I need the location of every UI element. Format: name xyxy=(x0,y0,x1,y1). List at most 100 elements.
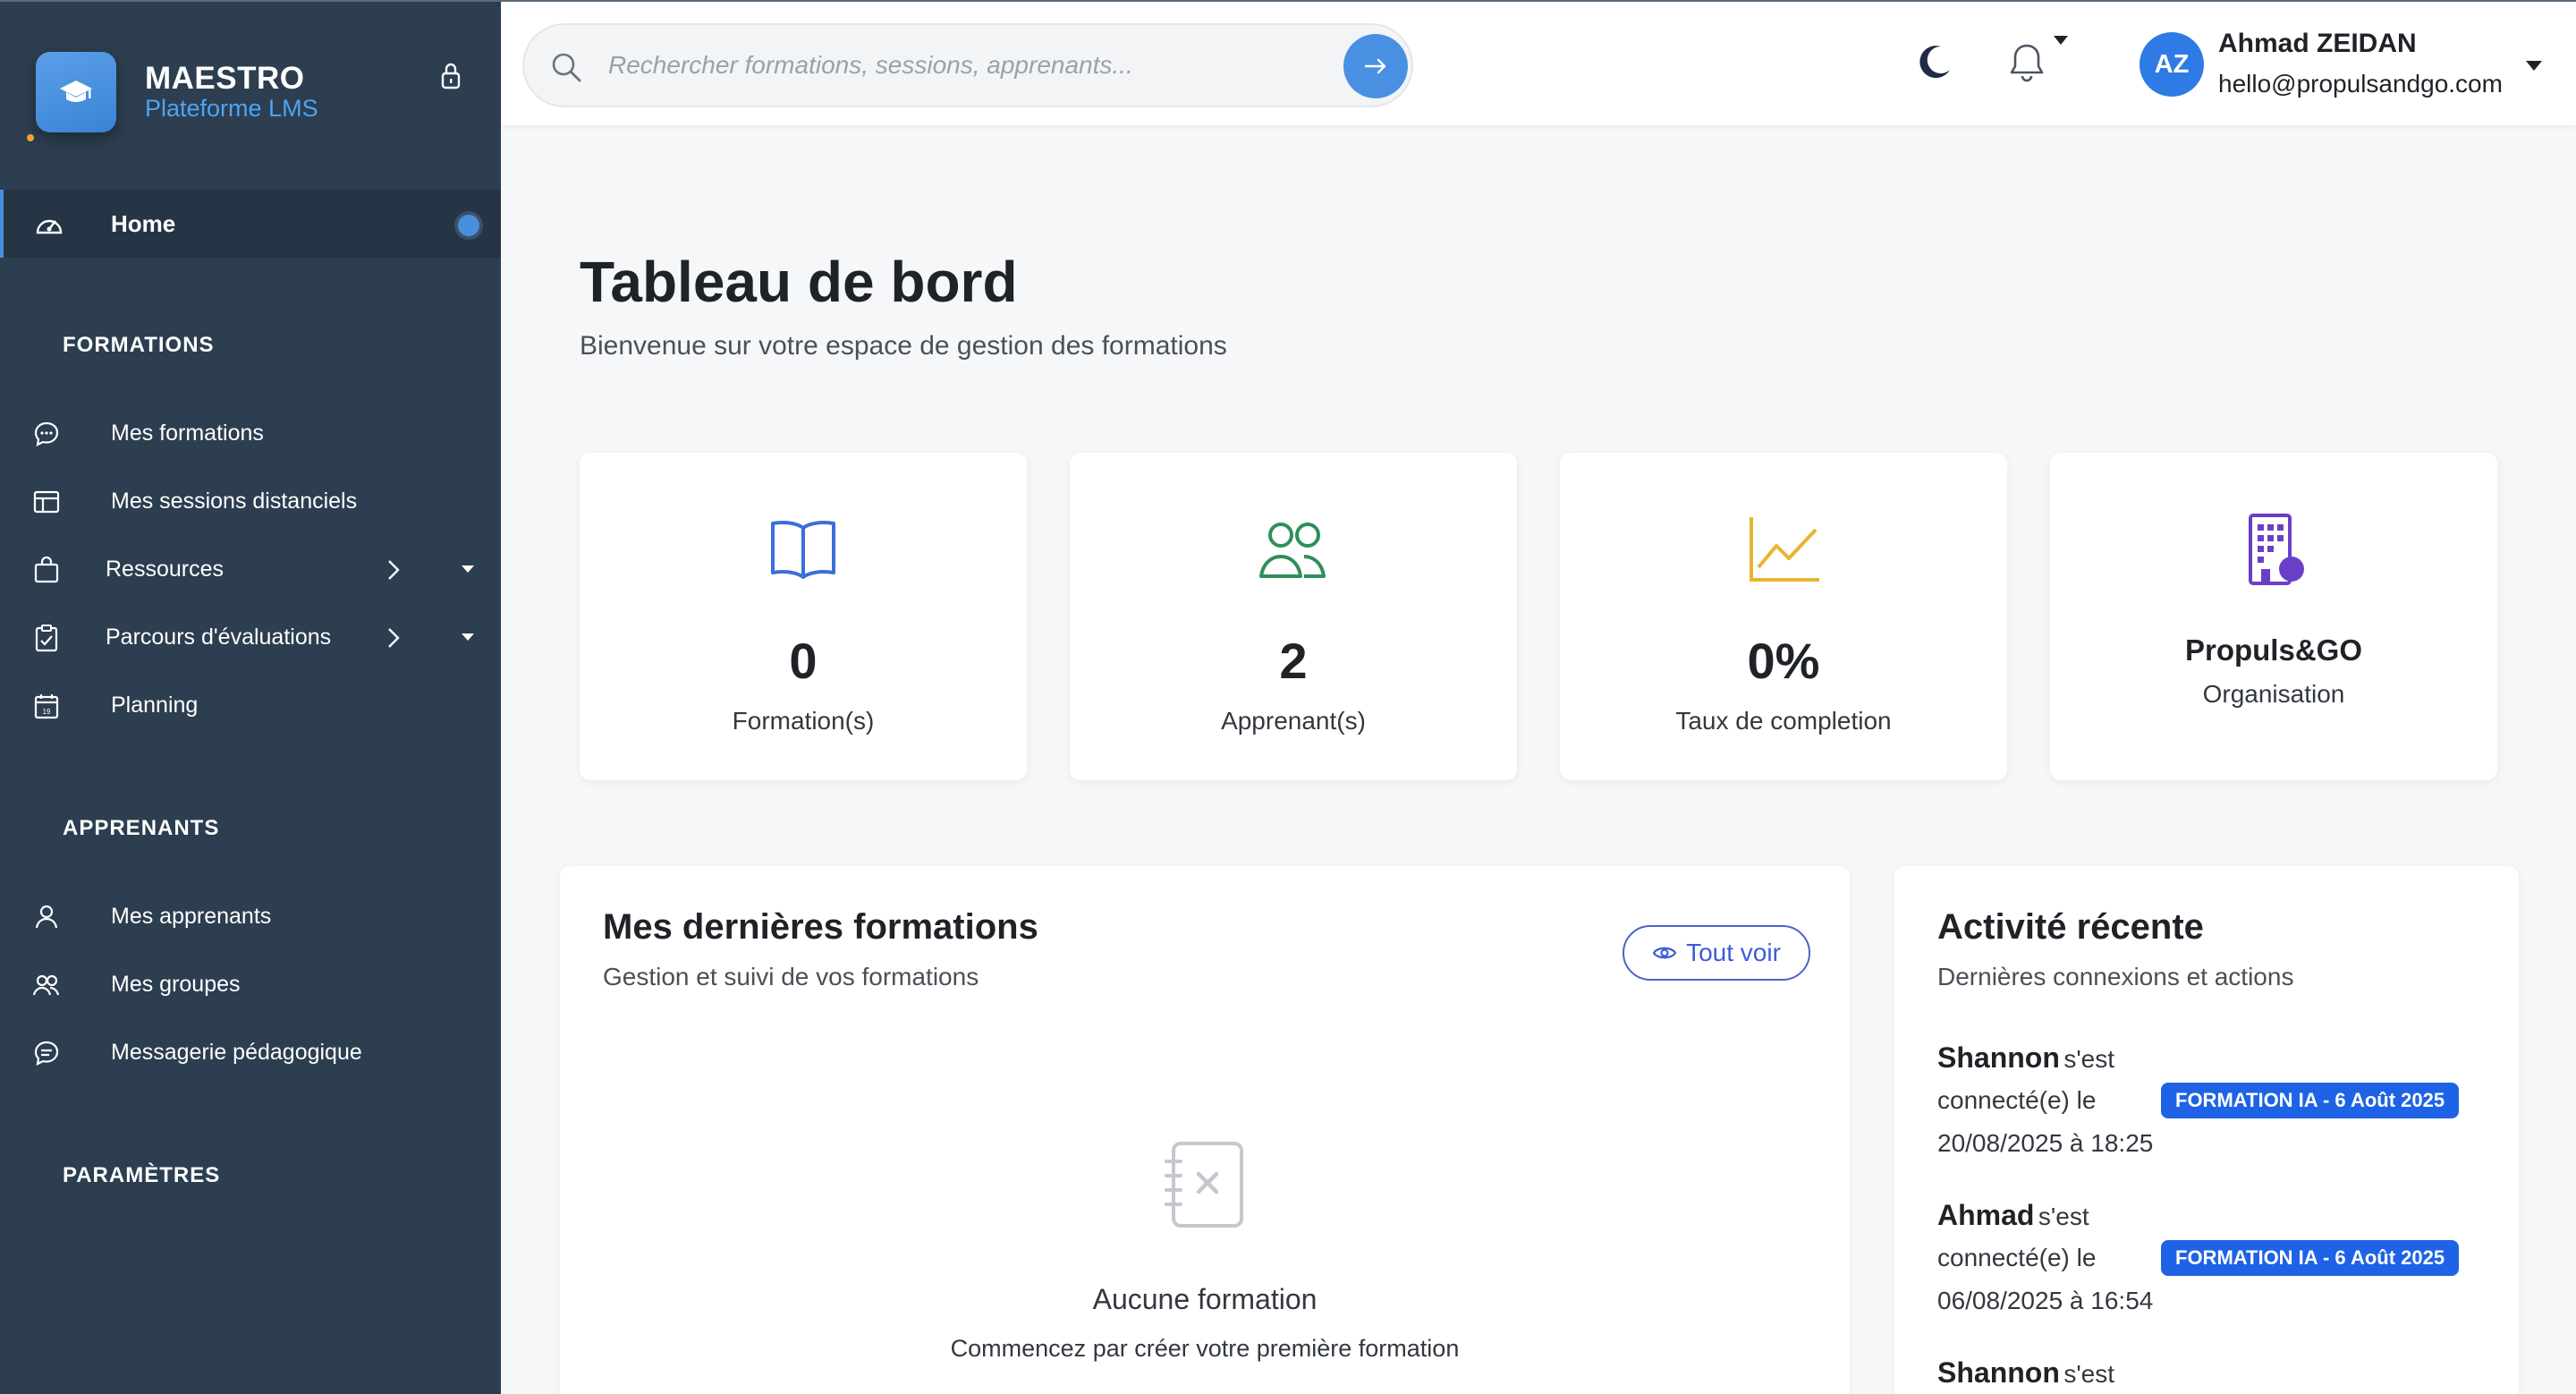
notification-dropdown-caret[interactable] xyxy=(2054,36,2068,45)
chat-bubble-icon xyxy=(32,420,61,448)
sidebar-item-messagerie[interactable]: Messagerie pédagogique xyxy=(0,1025,501,1079)
message-icon xyxy=(32,1039,61,1067)
sidebar-item-ressources[interactable]: Ressources xyxy=(0,542,501,596)
activity-item: Shannon s'est xyxy=(1937,1356,2492,1394)
sidebar-item-mes-apprenants[interactable]: Mes apprenants xyxy=(0,889,501,943)
sidebar-item-mes-sessions[interactable]: Mes sessions distanciels xyxy=(0,474,501,528)
sidebar-item-label: Mes formations xyxy=(111,420,264,446)
stat-value: 0% xyxy=(1747,633,1820,689)
clipboard-icon xyxy=(32,624,61,652)
sidebar-item-label: Messagerie pédagogique xyxy=(111,1039,362,1065)
activity-item: Ahmad s'est connecté(e) le FORMATION IA … xyxy=(1937,1199,2492,1333)
section-apprenants: APPRENANTS xyxy=(63,816,220,840)
search-icon xyxy=(549,50,583,89)
building-icon xyxy=(2249,514,2304,585)
stat-card-organisation[interactable]: Propuls&GO Organisation xyxy=(2050,453,2497,780)
sidebar-item-parcours-evaluations[interactable]: Parcours d'évaluations xyxy=(0,610,501,664)
brand[interactable]: MAESTRO Plateforme LMS xyxy=(27,52,318,141)
calendar-icon: 19 xyxy=(32,692,61,720)
stat-value: 2 xyxy=(1279,633,1308,689)
search-input[interactable] xyxy=(608,45,1288,86)
activity-text: connecté(e) le xyxy=(1937,1244,2097,1271)
chart-line-icon xyxy=(1750,517,1819,582)
user-name[interactable]: Ahmad ZEIDAN xyxy=(2218,29,2417,59)
search-bar xyxy=(522,23,1413,107)
bell-icon[interactable] xyxy=(2007,41,2046,89)
activity-timestamp: 20/08/2025 à 18:25 xyxy=(1937,1129,2154,1157)
activity-item: Shannon s'est connecté(e) le FORMATION I… xyxy=(1937,1041,2492,1176)
view-all-button[interactable]: Tout voir xyxy=(1623,925,1810,981)
chevron-right-icon xyxy=(386,558,401,586)
sidebar-item-home[interactable]: Home xyxy=(0,190,501,258)
activity-action: s'est xyxy=(2063,1045,2115,1073)
panel-subtitle: Gestion et suivi de vos formations xyxy=(603,963,979,990)
dashboard-gauge-icon xyxy=(34,211,64,242)
brand-title: MAESTRO xyxy=(145,61,305,96)
sidebar-item-mes-formations[interactable]: Mes formations xyxy=(0,406,501,460)
empty-notebook-icon xyxy=(1161,1138,1247,1236)
sidebar-item-label: Mes apprenants xyxy=(111,903,272,929)
section-parametres: PARAMÈTRES xyxy=(63,1163,221,1187)
activity-user: Shannon xyxy=(1937,1041,2060,1074)
sidebar-item-mes-groupes[interactable]: Mes groupes xyxy=(0,957,501,1011)
empty-state-subtitle: Commencez par créer votre première forma… xyxy=(950,1335,1460,1362)
layout-icon xyxy=(32,488,61,516)
sidebar-item-label: Ressources xyxy=(106,556,224,582)
avatar[interactable]: AZ xyxy=(2140,32,2204,97)
sidebar-item-label: Parcours d'évaluations xyxy=(106,624,332,650)
formation-badge[interactable]: FORMATION IA - 6 Août 2025 xyxy=(2161,1240,2460,1276)
stat-card-formations[interactable]: 0 Formation(s) xyxy=(580,453,1027,780)
book-icon xyxy=(771,521,835,579)
users-icon xyxy=(32,971,61,999)
stat-card-completion[interactable]: 0% Taux de completion xyxy=(1560,453,2007,780)
lock-icon[interactable] xyxy=(438,61,463,96)
user-menu-chevron-down-icon[interactable] xyxy=(2526,61,2542,71)
activity-timestamp: 06/08/2025 à 16:54 xyxy=(1937,1287,2154,1314)
sidebar-item-planning[interactable]: 19 Planning xyxy=(0,678,501,732)
chevron-down-icon[interactable] xyxy=(462,633,474,641)
section-formations: FORMATIONS xyxy=(63,333,215,357)
eye-icon xyxy=(1652,947,1677,959)
stat-label: Apprenant(s) xyxy=(1221,707,1366,735)
status-dot xyxy=(27,134,34,141)
page-title: Tableau de bord xyxy=(580,250,1018,314)
graduation-cap-icon xyxy=(36,52,116,132)
page-subtitle: Bienvenue sur votre espace de gestion de… xyxy=(580,331,1227,361)
sidebar-item-label: Mes groupes xyxy=(111,971,241,997)
user-icon xyxy=(32,903,61,931)
stat-value: 0 xyxy=(789,633,818,689)
bag-icon xyxy=(32,556,61,584)
formation-badge[interactable]: FORMATION IA - 6 Août 2025 xyxy=(2161,1083,2460,1118)
activity-text: connecté(e) le xyxy=(1937,1086,2097,1114)
active-indicator xyxy=(458,215,479,236)
chevron-down-icon[interactable] xyxy=(462,565,474,573)
stat-card-apprenants[interactable]: 2 Apprenant(s) xyxy=(1070,453,1517,780)
sidebar-item-label: Mes sessions distanciels xyxy=(111,488,358,514)
activity-action: s'est xyxy=(2038,1203,2089,1230)
sidebar: MAESTRO Plateforme LMS Home FORMATIONS M… xyxy=(0,0,501,1394)
activity-user: Shannon xyxy=(1937,1356,2060,1389)
arrow-right-icon xyxy=(1364,58,1386,74)
panel-subtitle: Dernières connexions et actions xyxy=(1937,963,2294,990)
view-all-label: Tout voir xyxy=(1686,939,1781,966)
user-email: hello@propulsandgo.com xyxy=(2218,70,2503,98)
svg-text:19: 19 xyxy=(43,708,51,716)
activity-panel: Activité récente Dernières connexions et… xyxy=(1894,866,2519,1394)
search-submit-button[interactable] xyxy=(1343,34,1408,98)
stat-label: Organisation xyxy=(2202,680,2345,708)
activity-action: s'est xyxy=(2063,1360,2115,1388)
activity-user: Ahmad xyxy=(1937,1199,2035,1231)
stat-label: Taux de completion xyxy=(1675,707,1892,735)
organisation-name: Propuls&GO xyxy=(2184,633,2363,667)
sidebar-item-label: Planning xyxy=(111,692,199,718)
panel-title: Activité récente xyxy=(1937,907,2204,947)
formations-panel: Mes dernières formations Gestion et suiv… xyxy=(560,866,1850,1394)
empty-state-title: Aucune formation xyxy=(1092,1283,1318,1315)
panel-title: Mes dernières formations xyxy=(603,907,1038,947)
brand-subtitle: Plateforme LMS xyxy=(145,95,318,122)
chevron-right-icon xyxy=(386,626,401,654)
moon-icon[interactable] xyxy=(1914,41,1955,87)
users-icon xyxy=(1259,523,1326,578)
sidebar-item-label: Home xyxy=(111,209,176,237)
topbar: AZ Ahmad ZEIDAN hello@propulsandgo.com xyxy=(501,0,2576,125)
